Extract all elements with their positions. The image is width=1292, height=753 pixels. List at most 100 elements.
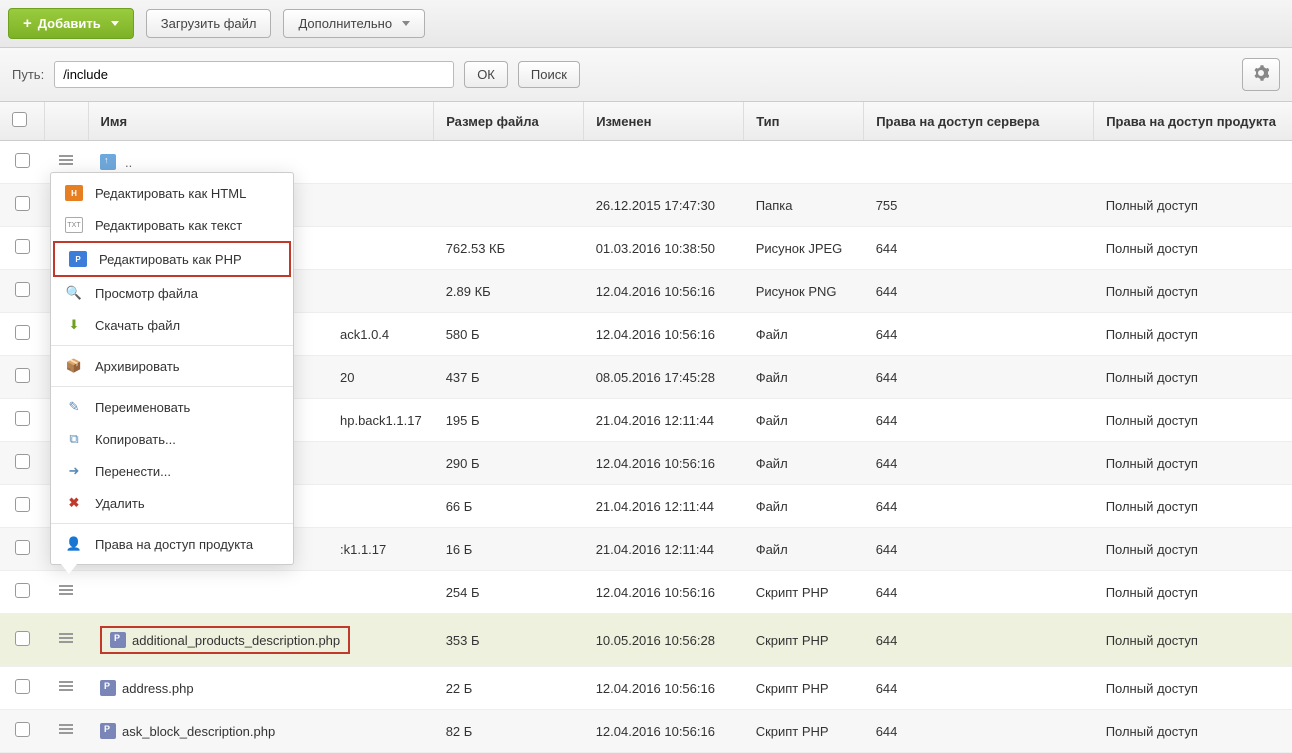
txt-icon: TXT [65, 217, 83, 233]
table-header-row: Имя Размер файла Изменен Тип Права на до… [0, 102, 1292, 141]
row-checkbox[interactable] [15, 153, 30, 168]
menu-edit-text[interactable]: TXT Редактировать как текст [51, 209, 293, 241]
add-button[interactable]: + Добавить [8, 8, 134, 39]
header-checkbox-cell [0, 102, 44, 141]
row-checkbox[interactable] [15, 325, 30, 340]
cell-size: 762.53 КБ [434, 227, 584, 270]
path-bar: Путь: ОК Поиск [0, 48, 1292, 102]
row-checkbox[interactable] [15, 497, 30, 512]
header-perm-server[interactable]: Права на доступ сервера [864, 102, 1094, 141]
cell-size: 437 Б [434, 356, 584, 399]
menu-edit-html[interactable]: H Редактировать как HTML [51, 177, 293, 209]
plus-icon: + [23, 15, 32, 32]
cell-size: 22 Б [434, 667, 584, 710]
user-icon: 👤 [65, 536, 83, 552]
header-perm-product[interactable]: Права на доступ продукта [1094, 102, 1292, 141]
cell-modified: 08.05.2016 17:45:28 [584, 356, 744, 399]
more-button[interactable]: Дополнительно [283, 9, 425, 38]
cell-modified: 12.04.2016 10:56:16 [584, 442, 744, 485]
file-name: :k1.1.17 [340, 542, 386, 557]
menu-delete[interactable]: ✖ Удалить [51, 487, 293, 519]
cell-perm_server: 644 [864, 485, 1094, 528]
search-button[interactable]: Поиск [518, 61, 580, 88]
menu-copy-label: Копировать... [95, 432, 176, 447]
header-size[interactable]: Размер файла [434, 102, 584, 141]
cell-perm_product: Полный доступ [1094, 667, 1292, 710]
row-checkbox[interactable] [15, 239, 30, 254]
cell-modified: 12.04.2016 10:56:16 [584, 710, 744, 753]
cell-perm_product: Полный доступ [1094, 528, 1292, 571]
row-checkbox[interactable] [15, 583, 30, 598]
main-toolbar: + Добавить Загрузить файл Дополнительно [0, 0, 1292, 48]
cell-modified: 12.04.2016 10:56:16 [584, 571, 744, 614]
header-modified[interactable]: Изменен [584, 102, 744, 141]
file-name: ask_block_description.php [122, 724, 275, 739]
menu-perms[interactable]: 👤 Права на доступ продукта [51, 528, 293, 560]
cell-perm_product: Полный доступ [1094, 270, 1292, 313]
table-row[interactable]: additional_products_description.php 353 Б… [0, 614, 1292, 667]
cell-perm_product: Полный доступ [1094, 614, 1292, 667]
cell-modified: 21.04.2016 12:11:44 [584, 485, 744, 528]
menu-view-file[interactable]: 🔍 Просмотр файла [51, 277, 293, 309]
drag-handle-icon[interactable] [59, 155, 73, 167]
table-row[interactable]: 254 Б12.04.2016 10:56:16Скрипт PHP644Пол… [0, 571, 1292, 614]
cell-perm_product: Полный доступ [1094, 399, 1292, 442]
cell-type: Папка [744, 184, 864, 227]
cell-perm_server: 644 [864, 313, 1094, 356]
drag-handle-icon[interactable] [59, 724, 73, 736]
menu-rename[interactable]: ✎ Переименовать [51, 391, 293, 423]
row-checkbox[interactable] [15, 282, 30, 297]
menu-edit-php[interactable]: P Редактировать как PHP [53, 241, 291, 277]
drag-handle-icon[interactable] [59, 633, 73, 645]
row-checkbox[interactable] [15, 722, 30, 737]
upload-file-button[interactable]: Загрузить файл [146, 9, 272, 38]
cell-size: 353 Б [434, 614, 584, 667]
menu-move[interactable]: ➜ Перенести... [51, 455, 293, 487]
php-file-icon [110, 632, 126, 648]
row-checkbox[interactable] [15, 679, 30, 694]
cell-size: 195 Б [434, 399, 584, 442]
file-name: 20 [340, 370, 354, 385]
row-checkbox[interactable] [15, 454, 30, 469]
table-row[interactable]: ask_block_description.php82 Б12.04.2016 … [0, 710, 1292, 753]
settings-button[interactable] [1242, 58, 1280, 91]
highlighted-file: additional_products_description.php [100, 626, 350, 654]
row-checkbox[interactable] [15, 411, 30, 426]
cell-modified: 01.03.2016 10:38:50 [584, 227, 744, 270]
cell-perm_product: Полный доступ [1094, 313, 1292, 356]
php-file-icon [100, 680, 116, 696]
drag-handle-icon[interactable] [59, 681, 73, 693]
cell-type: Скрипт PHP [744, 614, 864, 667]
cell-size: 2.89 КБ [434, 270, 584, 313]
menu-archive[interactable]: 📦 Архивировать [51, 350, 293, 382]
magnifier-icon: 🔍 [65, 285, 83, 301]
chevron-down-icon [402, 21, 410, 26]
table-row[interactable]: address.php22 Б12.04.2016 10:56:16Скрипт… [0, 667, 1292, 710]
context-menu: H Редактировать как HTML TXT Редактирова… [50, 172, 294, 565]
menu-edit-text-label: Редактировать как текст [95, 218, 242, 233]
cell-perm_server: 644 [864, 614, 1094, 667]
row-checkbox[interactable] [15, 540, 30, 555]
html-icon: H [65, 185, 83, 201]
menu-download[interactable]: ⬇ Скачать файл [51, 309, 293, 341]
file-name: ack1.0.4 [340, 327, 389, 342]
menu-separator [51, 345, 293, 346]
cell-perm_server: 644 [864, 356, 1094, 399]
path-input[interactable] [54, 61, 454, 88]
row-checkbox[interactable] [15, 196, 30, 211]
menu-download-label: Скачать файл [95, 318, 180, 333]
select-all-checkbox[interactable] [12, 112, 27, 127]
row-checkbox[interactable] [15, 631, 30, 646]
menu-copy[interactable]: ⧉ Копировать... [51, 423, 293, 455]
ok-button[interactable]: ОК [464, 61, 508, 88]
path-label: Путь: [12, 67, 44, 82]
cell-perm_server: 644 [864, 710, 1094, 753]
row-checkbox[interactable] [15, 368, 30, 383]
cell-modified: 10.05.2016 10:56:28 [584, 614, 744, 667]
header-type[interactable]: Тип [744, 102, 864, 141]
cell-type: Файл [744, 356, 864, 399]
upload-file-label: Загрузить файл [161, 16, 257, 31]
header-name[interactable]: Имя [88, 102, 434, 141]
cell-type: Файл [744, 485, 864, 528]
drag-handle-icon[interactable] [59, 585, 73, 597]
